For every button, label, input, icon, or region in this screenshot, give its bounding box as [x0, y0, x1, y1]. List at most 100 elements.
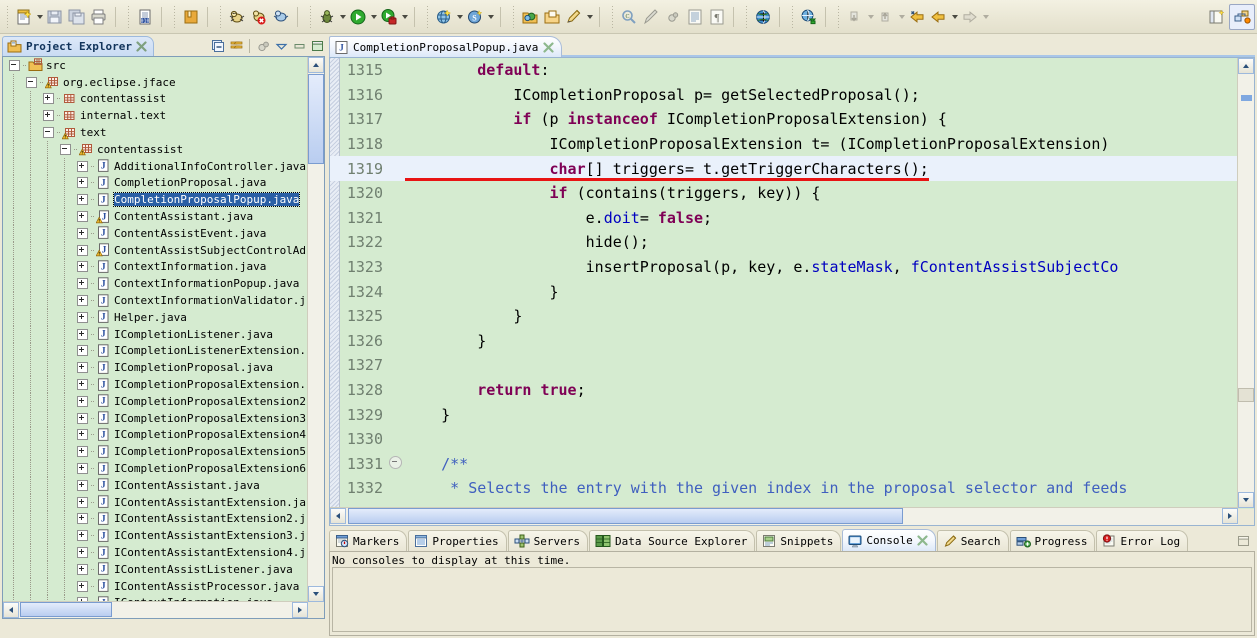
expand-icon[interactable]	[43, 110, 54, 122]
editor-code-area[interactable]: 1315 default: 1316 ICompletionProposal p=…	[330, 58, 1238, 508]
code-line[interactable]: 1322 hide();	[330, 230, 1238, 255]
debug-icon[interactable]	[316, 6, 338, 28]
expand-icon[interactable]	[77, 311, 88, 323]
filter-icon[interactable]	[255, 38, 271, 54]
editor-scroll-thumb[interactable]	[1238, 388, 1254, 402]
code-text[interactable]: if (p instanceof ICompletionProposalExte…	[399, 110, 1238, 128]
pen-icon[interactable]	[640, 6, 662, 28]
tab-snippets[interactable]: Snippets	[756, 530, 842, 551]
expand-icon[interactable]	[77, 362, 88, 374]
java-ee-perspective-icon[interactable]	[1229, 3, 1255, 30]
editor-scroll-left-arrow[interactable]	[330, 508, 346, 524]
save-all-icon[interactable]	[66, 6, 88, 28]
tree-item-label[interactable]: ICompletionProposalExtension2	[114, 395, 306, 408]
code-text[interactable]: }	[399, 406, 1238, 424]
code-text[interactable]: * Selects the entry with the given index…	[399, 479, 1238, 497]
expand-icon[interactable]	[77, 429, 88, 441]
code-line[interactable]: 1323 insertProposal(p, key, e.stateMask,…	[330, 255, 1238, 280]
tree-item[interactable]: J CompletionProposalPopup.java	[3, 191, 308, 209]
tree-item-label[interactable]: contentassist	[80, 92, 166, 105]
tree-scroll-down-arrow[interactable]	[308, 586, 324, 602]
code-text[interactable]: }	[399, 283, 1238, 301]
minimize-icon[interactable]	[291, 38, 307, 54]
expand-icon[interactable]	[77, 160, 88, 172]
view-menu-icon[interactable]	[273, 38, 289, 54]
tree-item-label[interactable]: ICompletionProposalExtension6	[114, 462, 306, 475]
code-text[interactable]: return true;	[399, 381, 1238, 399]
new-web-icon[interactable]	[433, 6, 455, 28]
code-text[interactable]: e.doit= false;	[399, 209, 1238, 227]
tree-item[interactable]: internal.text	[3, 107, 308, 125]
next-annotation-icon[interactable]	[875, 6, 897, 28]
tree-scroll-left-arrow[interactable]	[3, 602, 19, 618]
maximize-icon[interactable]	[309, 38, 325, 54]
run-dropdown-arrow[interactable]	[369, 6, 378, 28]
expand-icon[interactable]	[77, 177, 88, 189]
code-text[interactable]: }	[399, 307, 1238, 325]
expand-icon[interactable]	[77, 278, 88, 290]
code-line[interactable]: 1327	[330, 353, 1238, 378]
editor-scroll-down-arrow[interactable]	[1238, 492, 1254, 508]
code-line[interactable]: 1319 char[] triggers= t.getTriggerCharac…	[330, 156, 1238, 181]
expand-icon[interactable]	[77, 379, 88, 391]
run-external-dropdown-arrow[interactable]	[400, 6, 409, 28]
expand-icon[interactable]	[77, 244, 88, 256]
tree-item-label[interactable]: text	[80, 126, 107, 139]
expand-icon[interactable]	[77, 547, 88, 558]
code-line[interactable]: 1330	[330, 427, 1238, 452]
expand-icon[interactable]	[77, 446, 88, 458]
toolbar-grip-10[interactable]	[789, 5, 796, 28]
tree-item[interactable]: J ContextInformation.java	[3, 258, 308, 276]
tab-markers[interactable]: Markers	[329, 530, 408, 551]
tree-item[interactable]: J ICompletionProposalExtension3	[3, 409, 308, 427]
expand-icon[interactable]	[77, 328, 88, 340]
tree-item-label[interactable]: IContentAssistProcessor.java	[114, 580, 299, 593]
code-line[interactable]: 1331 /**	[330, 452, 1238, 477]
tree-item[interactable]: J ICompletionProposal.java	[3, 359, 308, 377]
tree-item[interactable]: J IContentAssistant.java	[3, 476, 308, 494]
close-icon[interactable]	[136, 41, 147, 52]
search-ref-icon[interactable]: C	[618, 6, 640, 28]
tree-item[interactable]: J ContextInformationPopup.java	[3, 275, 308, 293]
tree-item-label[interactable]: ICompletionListener.java	[114, 328, 273, 341]
fold-collapse-icon[interactable]	[389, 455, 402, 469]
new-scrapbook-dropdown-arrow[interactable]	[486, 6, 495, 28]
new-web-dropdown-arrow[interactable]	[455, 6, 464, 28]
tree-item[interactable]: J IContentAssistListener.java	[3, 560, 308, 578]
tree-item[interactable]: J IContentAssistantExtension3.j	[3, 527, 308, 545]
external-tools-icon[interactable]	[798, 6, 820, 28]
open-perspective-icon[interactable]	[1205, 5, 1229, 29]
expand-icon[interactable]	[77, 513, 88, 525]
link-with-editor-icon[interactable]	[228, 38, 244, 54]
next-annotation-dropdown-arrow[interactable]	[897, 6, 906, 28]
tree-item[interactable]: J IContentAssistantExtension2.j	[3, 510, 308, 528]
editor-horizontal-scrollbar[interactable]	[330, 507, 1238, 525]
tree-item[interactable]: text	[3, 124, 308, 141]
toolbar-grip-3[interactable]	[171, 5, 178, 28]
paragraph-icon[interactable]: ¶	[706, 6, 728, 28]
console-output-area[interactable]	[332, 567, 1252, 632]
tree-item-label[interactable]: IContentAssistantExtension3.j	[114, 529, 306, 542]
code-line[interactable]: 1318 ICompletionProposalExtension t= (IC…	[330, 132, 1238, 157]
globe-small-icon[interactable]	[662, 6, 684, 28]
code-text[interactable]: if (contains(triggers, key)) {	[399, 184, 1238, 202]
code-line[interactable]: 1316 ICompletionProposal p= getSelectedP…	[330, 83, 1238, 108]
print-icon[interactable]	[88, 6, 110, 28]
tab-completionproposalpopup[interactable]: J CompletionProposalPopup.java	[329, 36, 563, 58]
expand-icon[interactable]	[77, 412, 88, 424]
new-annotation-icon[interactable]	[563, 6, 585, 28]
tree-item-label[interactable]: IContentAssistantExtension.ja	[114, 496, 306, 509]
collapse-icon[interactable]	[60, 143, 71, 155]
tree-item[interactable]: J ContentAssistEvent.java	[3, 224, 308, 242]
tree-item-label[interactable]: src	[46, 59, 66, 72]
tree-item[interactable]: J ICompletionProposalExtension6	[3, 460, 308, 477]
export-archive-icon[interactable]	[180, 6, 202, 28]
new-java-file-icon[interactable]: 010	[134, 6, 156, 28]
collapse-icon[interactable]	[9, 59, 20, 71]
expand-icon[interactable]	[77, 345, 88, 357]
tree-item-label[interactable]: ICompletionProposalExtension5	[114, 445, 306, 458]
expand-icon[interactable]	[77, 227, 88, 239]
tab-data-source-explorer[interactable]: Data Source Explorer	[588, 530, 756, 551]
tab-servers[interactable]: Servers	[507, 530, 588, 551]
tree-scroll-thumb[interactable]	[308, 74, 324, 164]
